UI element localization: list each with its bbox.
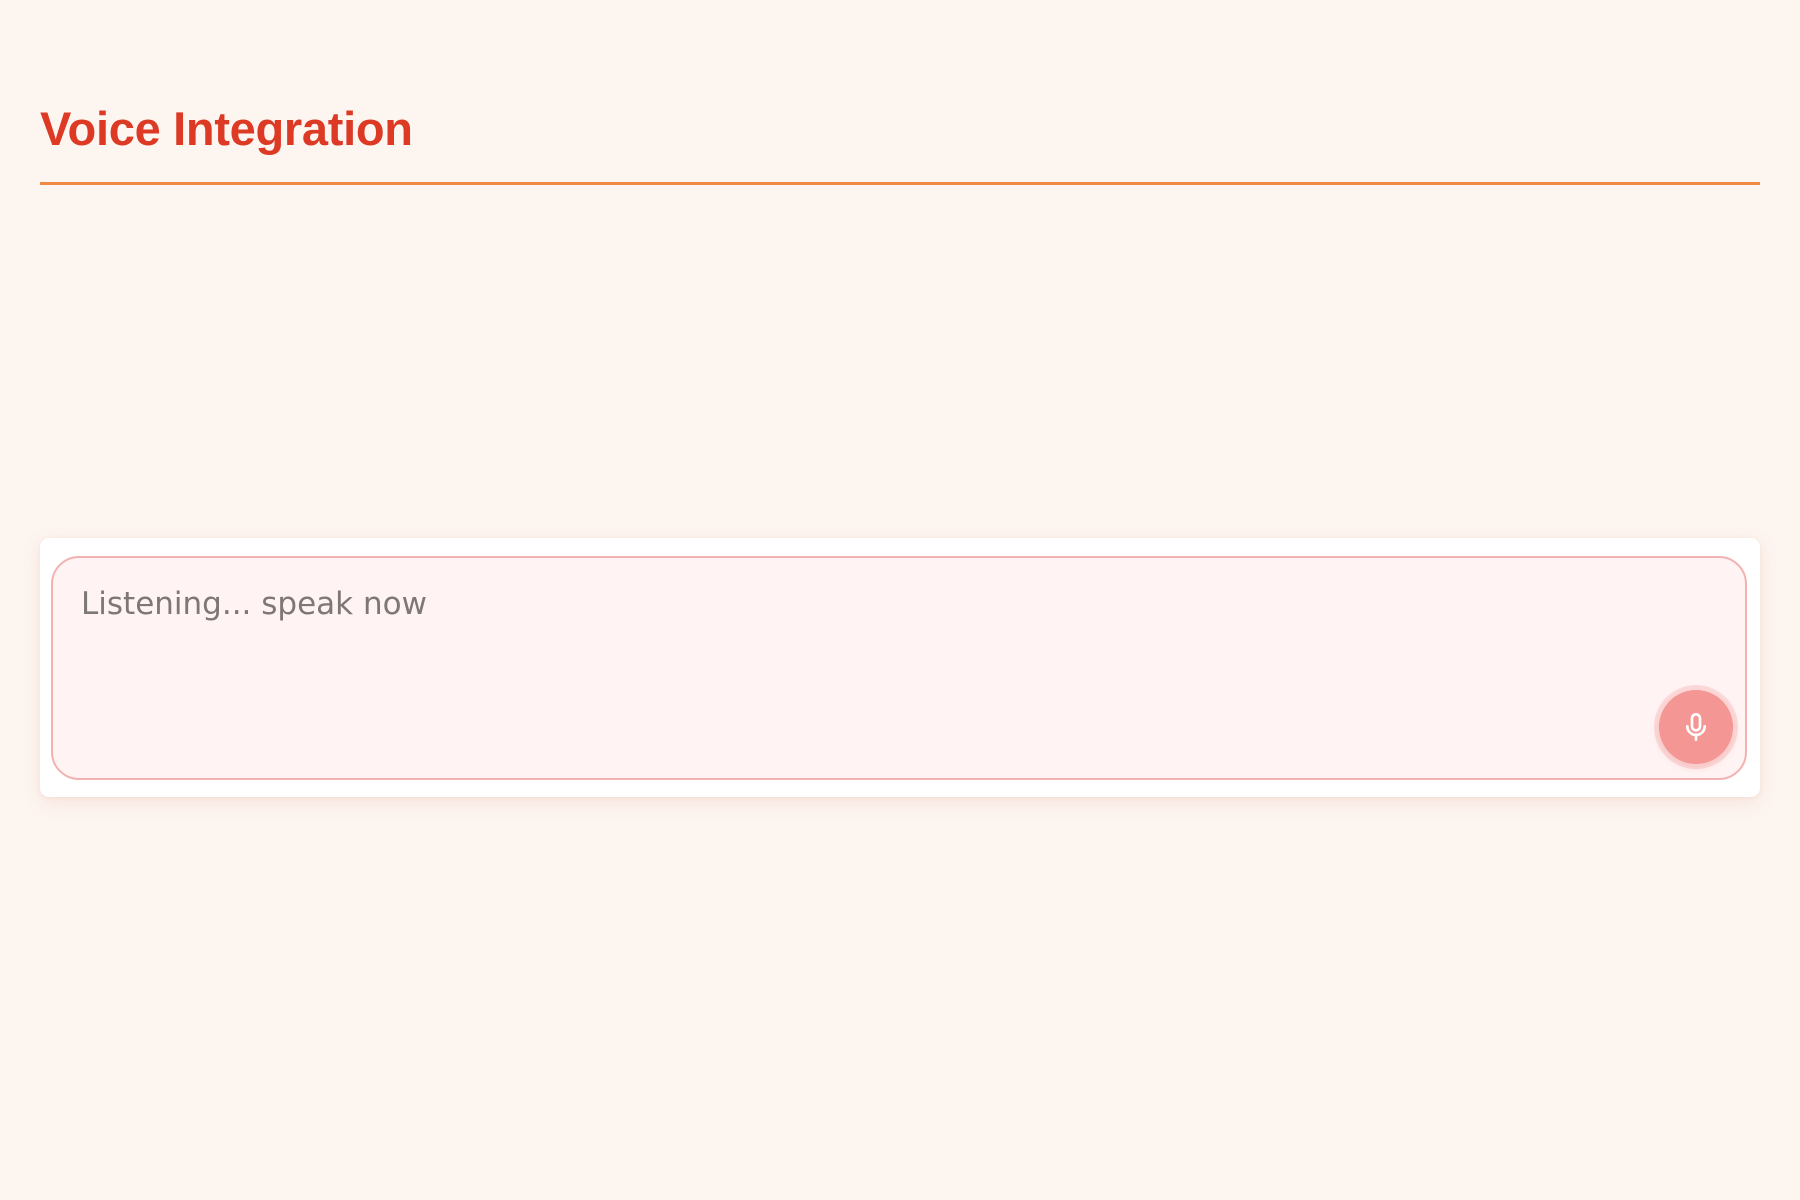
voice-input-card [40,538,1760,797]
microphone-icon [1686,713,1706,741]
page-header: Voice Integration [40,96,1760,185]
voice-integration-page: Voice Integration [0,0,1800,1200]
voice-text-input[interactable] [51,556,1747,780]
title-divider [40,182,1760,185]
page-title: Voice Integration [40,102,413,155]
microphone-button[interactable] [1659,690,1733,764]
